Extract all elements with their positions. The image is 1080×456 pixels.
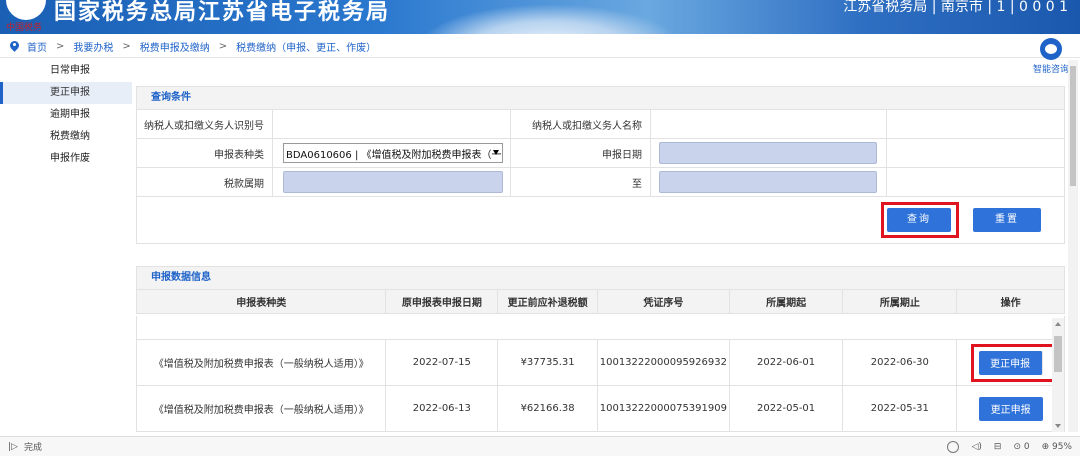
row-form: 《增值税及附加税费申报表（一般纳税人适用）》 xyxy=(137,340,387,385)
page-scrollbar[interactable] xyxy=(1068,60,1078,432)
empty-cell xyxy=(887,139,1064,167)
breadcrumb-separator: > xyxy=(122,41,131,52)
tax-logo xyxy=(6,0,46,20)
row-voucher: 10013222000095926932 xyxy=(598,340,730,385)
tax-period-label: 税款属期 xyxy=(137,168,273,196)
query-conditions-title: 查询条件 xyxy=(136,86,1065,110)
table-body: 《增值税及附加税费申报表（一般纳税人适用）》 2022-07-15 ¥37735… xyxy=(136,316,1065,432)
col-period-start: 所属期起 xyxy=(730,290,844,313)
row-voucher: 10013222000075391909 xyxy=(598,386,730,431)
row-end: 2022-05-31 xyxy=(843,386,958,431)
row-start: 2022-05-01 xyxy=(730,386,844,431)
query-row-tax-period: 税款属期 至 xyxy=(137,168,1064,197)
tax-period-end-input[interactable] xyxy=(659,171,877,193)
sidebar-item-declare-void[interactable]: 申报作废 xyxy=(0,148,132,170)
declare-data-title: 申报数据信息 xyxy=(136,266,1065,290)
counter-value: 0 xyxy=(1023,441,1030,452)
row-action-cell: 更正申报 xyxy=(957,386,1064,431)
sidebar-item-correction-declare[interactable]: 更正申报 xyxy=(0,82,132,104)
header-banner: 中国税务 国家税务总局江苏省电子税务局 江苏省税务局 | 南京市 | 1 | 0… xyxy=(0,0,1080,34)
row-start: 2022-06-01 xyxy=(730,340,844,385)
taxpayer-name-label: 纳税人或扣缴义务人名称 xyxy=(511,110,651,138)
taxpayer-name-field[interactable] xyxy=(651,110,887,138)
tax-period-start-input[interactable] xyxy=(283,171,503,193)
location-pin-icon xyxy=(10,41,19,52)
sidebar: 日常申报 更正申报 逾期申报 税费缴纳 申报作废 xyxy=(0,60,132,170)
table-row: 《增值税及附加税费申报表（一般纳税人适用）》 2022-07-15 ¥37735… xyxy=(137,340,1064,386)
declare-date-cell xyxy=(651,139,887,167)
row-date: 2022-06-13 xyxy=(386,386,499,431)
sidebar-item-daily-declare[interactable]: 日常申报 xyxy=(0,60,132,82)
banner-mountain xyxy=(420,4,680,34)
main-content: 查询条件 纳税人或扣缴义务人识别号 纳税人或扣缴义务人名称 申报表种类 BDA0… xyxy=(136,60,1065,432)
row-amount: ¥62166.38 xyxy=(498,386,598,431)
empty-cell xyxy=(887,168,1064,196)
table-row: 《增值税及附加税费申报表（一般纳税人适用）》 2022-06-13 ¥62166… xyxy=(137,386,1064,431)
query-row-taxpayer: 纳税人或扣缴义务人识别号 纳税人或扣缴义务人名称 xyxy=(137,110,1064,139)
breadcrumb: 首页 > 我要办税 > 税费申报及缴纳 > 税费缴纳（申报、更正、作废） xyxy=(0,36,1080,58)
search-highlight-box xyxy=(881,202,959,238)
speaker-icon[interactable]: ◁) xyxy=(971,442,981,452)
table-scrollbar[interactable] xyxy=(1052,318,1064,432)
row-date: 2022-07-15 xyxy=(386,340,499,385)
status-left: |▷ 完成 xyxy=(0,440,42,454)
col-form-type: 申报表种类 xyxy=(137,290,387,313)
form-type-select[interactable]: BDA0610606 | 《增值税及附加税费申报表（一 xyxy=(283,143,503,163)
print-icon[interactable]: ⊟ xyxy=(994,442,1002,452)
correction-highlight-box xyxy=(971,344,1054,382)
empty-cell xyxy=(887,110,1064,138)
scroll-down-icon[interactable] xyxy=(1055,424,1061,428)
col-action: 操作 xyxy=(1000,298,1021,309)
reset-button[interactable]: 重置 xyxy=(973,208,1041,232)
play-icon: |▷ xyxy=(8,441,18,452)
table-header: 申报表种类 原申报表申报日期 更正前应补退税额 凭证序号 所属期起 所属期止 操… xyxy=(136,290,1065,314)
declare-date-input[interactable] xyxy=(659,142,877,164)
col-amount: 更正前应补退税额 xyxy=(498,290,598,313)
status-right: ◁) ⊟ ⊙ 0 ⊕ 95% xyxy=(947,440,1080,453)
form-type-cell: BDA0610606 | 《增值税及附加税费申报表（一 xyxy=(273,139,511,167)
header-right-text: 江苏省税务局 | 南京市 | 1 | 0 0 0 1 xyxy=(843,0,1068,15)
breadcrumb-home[interactable]: 首页 xyxy=(27,39,47,54)
form-type-label: 申报表种类 xyxy=(137,139,273,167)
table-scroll-thumb[interactable] xyxy=(1054,336,1062,372)
logo-text: 中国税务 xyxy=(6,23,43,33)
breadcrumb-separator: > xyxy=(56,41,65,52)
row-amount: ¥37735.31 xyxy=(498,340,598,385)
col-period-end: 所属期止 xyxy=(843,290,958,313)
col-voucher: 凭证序号 xyxy=(598,290,730,313)
declare-date-label: 申报日期 xyxy=(511,139,651,167)
taxpayer-id-field[interactable] xyxy=(273,110,511,138)
scroll-up-icon[interactable] xyxy=(1055,322,1061,326)
row-end: 2022-06-30 xyxy=(843,340,958,385)
col-original-date: 原申报表申报日期 xyxy=(386,290,499,313)
taxpayer-id-label: 纳税人或扣缴义务人识别号 xyxy=(137,110,273,138)
form-type-value: BDA0610606 | 《增值税及附加税费申报表（一 xyxy=(286,149,502,161)
breadcrumb-current: 税费缴纳（申报、更正、作废） xyxy=(236,43,377,54)
breadcrumb-tax-handling[interactable]: 我要办税 xyxy=(73,39,113,54)
query-form: 纳税人或扣缴义务人识别号 纳税人或扣缴义务人名称 申报表种类 BDA061060… xyxy=(136,110,1065,244)
page-scroll-thumb[interactable] xyxy=(1070,66,1076,186)
correction-declare-button[interactable]: 更正申报 xyxy=(978,396,1043,421)
dropdown-caret-icon xyxy=(493,150,499,155)
sidebar-item-overdue-declare[interactable]: 逾期申报 xyxy=(0,104,132,126)
to-label: 至 xyxy=(511,168,651,196)
breadcrumb-separator: > xyxy=(218,41,228,52)
breadcrumb-declare-pay[interactable]: 税费申报及缴纳 xyxy=(140,39,210,54)
query-row-form-type: 申报表种类 BDA0610606 | 《增值税及附加税费申报表（一 申报日期 xyxy=(137,139,1064,168)
zoom-value: 95% xyxy=(1051,441,1072,452)
status-bar: |▷ 完成 ◁) ⊟ ⊙ 0 ⊕ 95% xyxy=(0,436,1080,456)
status-text: 完成 xyxy=(23,443,42,453)
customer-service-icon xyxy=(1040,38,1062,60)
zoom-icon[interactable]: ⊕ 95% xyxy=(1042,442,1072,452)
table-spacer-row xyxy=(137,316,1064,340)
shield-icon[interactable] xyxy=(947,440,960,453)
counter-icon: ⊙ 0 xyxy=(1013,441,1030,452)
site-title: 国家税务总局江苏省电子税务局 xyxy=(54,0,391,25)
tax-period-end-cell xyxy=(651,168,887,196)
row-form: 《增值税及附加税费申报表（一般纳税人适用）》 xyxy=(137,386,387,431)
query-button-row: 查询 重置 xyxy=(137,197,1064,243)
row-action-cell: 更正申报 xyxy=(957,340,1064,385)
sidebar-item-tax-payment[interactable]: 税费缴纳 xyxy=(0,126,132,148)
tax-period-start-cell xyxy=(273,168,511,196)
